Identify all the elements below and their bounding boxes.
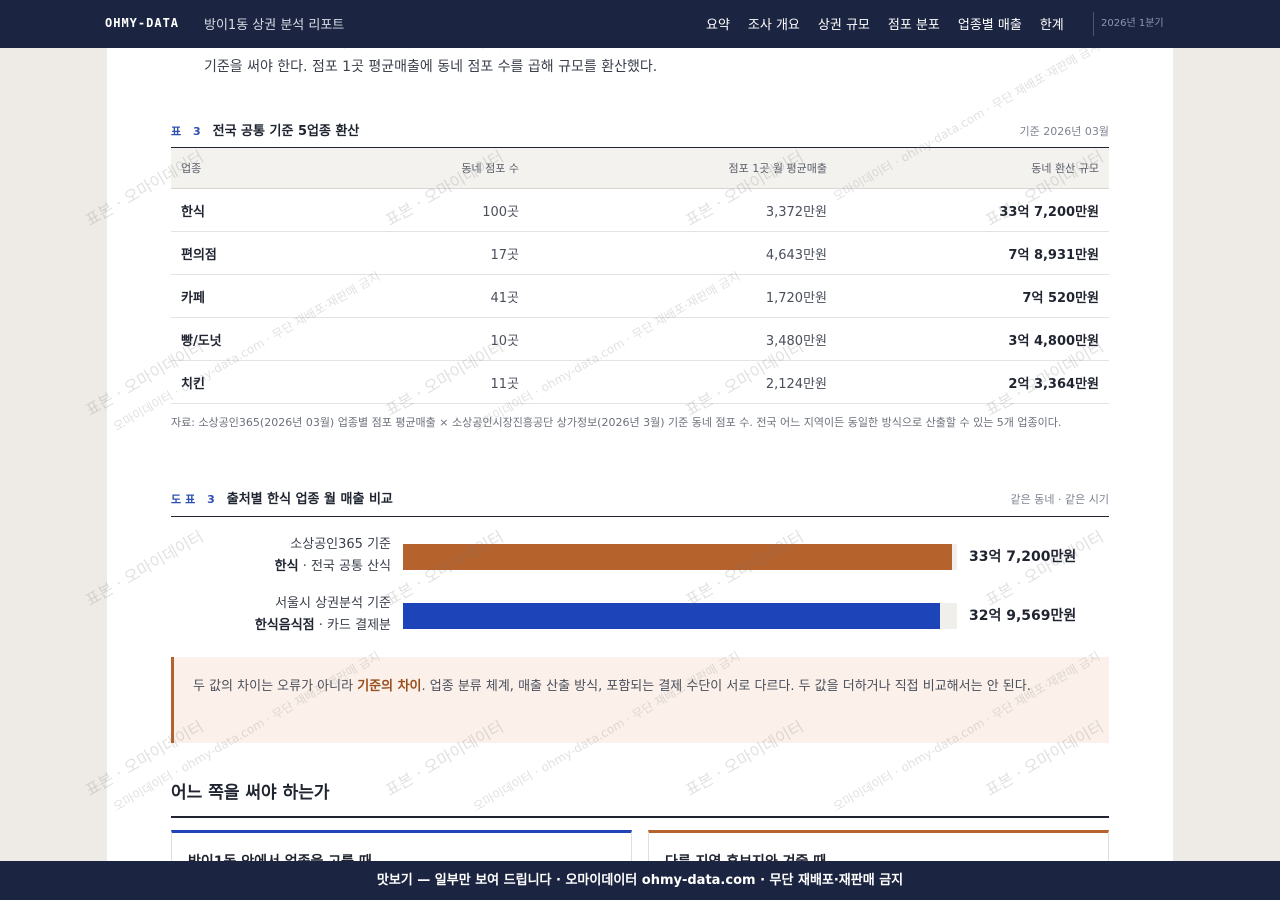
callout-text-before: 두 값의 차이는 오류가 아니라	[193, 679, 358, 694]
cell-local-scale: 7억 8,931만원	[837, 231, 1109, 275]
cell-category: 한식	[171, 188, 371, 232]
nav-link-limitations[interactable]: 한계	[1040, 14, 1064, 33]
nav-link-store-distribution[interactable]: 점포 분포	[888, 14, 940, 33]
report-title: 방이1동 상권 분석 리포트	[204, 18, 345, 33]
section-nav: 요약 조사 개요 상권 규모 점포 분포 업종별 매출 한계	[706, 14, 1082, 33]
cell-local-scale: 7억 520만원	[837, 274, 1109, 318]
bar-category-label: 한식 · 전국 공통 산식	[171, 556, 391, 578]
bar-value-label: 32억 9,569만원	[969, 608, 1077, 624]
chart-bar-row-0: 소상공인365 기준 한식 · 전국 공통 산식 33억 7,200만원	[171, 530, 1109, 580]
col-header-avg-sales: 점포 1곳 월 평균매출	[529, 147, 837, 189]
table-caption: 표 3 전국 공통 기준 5업종 환산 기준 2026년 03월	[171, 120, 1109, 139]
cell-local-scale: 3억 4,800만원	[837, 317, 1109, 361]
table-header-row: 업종 동네 점포 수 점포 1곳 월 평균매출 동네 환산 규모	[171, 147, 1109, 189]
table-row: 빵/도넛 10곳 3,480만원 3억 4,800만원	[171, 317, 1109, 361]
bar-category-bold: 한식음식점	[254, 618, 315, 633]
table-row: 치킨 11곳 2,124만원 2억 3,364만원	[171, 360, 1109, 404]
section-heading: 어느 쪽을 써야 하는가	[171, 778, 1109, 818]
preview-footer-banner: 맛보기 — 일부만 보여 드립니다 · 오마이데이터 ohmy-data.com…	[0, 861, 1280, 900]
cell-store-count: 11곳	[371, 360, 529, 404]
callout-emphasis: 기준의 차이	[357, 679, 422, 694]
table-title: 전국 공통 기준 5업종 환산	[212, 124, 360, 139]
cell-category: 빵/도넛	[171, 317, 371, 361]
callout-note: 두 값의 차이는 오류가 아니라 기준의 차이. 업종 분류 체계, 매출 산출…	[171, 657, 1109, 743]
cell-category: 편의점	[171, 231, 371, 275]
table-tag: 표 3	[171, 125, 205, 138]
cell-category: 치킨	[171, 360, 371, 404]
figure-top-rule	[171, 516, 1109, 517]
business-scale-table: 업종 동네 점포 수 점포 1곳 월 평균매출 동네 환산 규모 한식 100곳…	[171, 147, 1109, 404]
bar-track	[403, 544, 957, 570]
callout-text-after: . 업종 분류 체계, 매출 산출 방식, 포함되는 결제 수단이 서로 다르다…	[421, 679, 1031, 694]
bar-category-label: 한식음식점 · 카드 결제분	[171, 615, 391, 637]
figure-tag: 도표 3	[171, 493, 219, 506]
table-date: 기준 2026년 03월	[1019, 125, 1109, 138]
intro-line: 기준을 써야 한다. 점포 1곳 평균매출에 동네 점포 수를 곱해 규모를 환…	[204, 59, 658, 75]
bar-value-label: 33억 7,200만원	[969, 549, 1077, 565]
bar-source-label: 소상공인365 기준	[290, 537, 391, 552]
nav-link-sales-by-category[interactable]: 업종별 매출	[958, 14, 1022, 33]
cell-store-count: 10곳	[371, 317, 529, 361]
bar-fill-hansik	[403, 544, 952, 570]
nav-link-overview[interactable]: 조사 개요	[748, 14, 800, 33]
table-source-note: 자료: 소상공인365(2026년 03월) 업종별 점포 평균매출 × 소상공…	[171, 416, 1062, 429]
cell-avg-sales: 1,720만원	[529, 274, 837, 318]
table-row: 편의점 17곳 4,643만원 7억 8,931만원	[171, 231, 1109, 275]
bar-category-note: · 카드 결제분	[318, 618, 391, 633]
bar-fill-hansik-restaurant	[403, 603, 940, 629]
cell-avg-sales: 3,372만원	[529, 188, 837, 232]
cell-local-scale: 2억 3,364만원	[837, 360, 1109, 404]
table-row: 한식 100곳 3,372만원 33억 7,200만원	[171, 188, 1109, 232]
figure-note: 같은 동네 · 같은 시기	[1010, 493, 1109, 506]
table-row: 카페 41곳 1,720만원 7억 520만원	[171, 274, 1109, 318]
bar-track	[403, 603, 957, 629]
top-navigation-bar: OHMY-DATA 방이1동 상권 분석 리포트 요약 조사 개요 상권 규모 …	[0, 0, 1280, 48]
figure-caption: 도표 3 출처별 한식 업종 월 매출 비교 같은 동네 · 같은 시기	[171, 488, 1109, 507]
nav-link-summary[interactable]: 요약	[706, 14, 730, 33]
col-header-category: 업종	[171, 147, 371, 189]
bar-category-bold: 한식	[274, 559, 299, 574]
period-label: 2026년 1분기	[1093, 12, 1173, 36]
cell-store-count: 100곳	[371, 188, 529, 232]
chart-bar-row-1: 서울시 상권분석 기준 한식음식점 · 카드 결제분 32억 9,569만원	[171, 589, 1109, 639]
cell-avg-sales: 4,643만원	[529, 231, 837, 275]
figure-title: 출처별 한식 업종 월 매출 비교	[226, 492, 393, 507]
bar-category-note: · 전국 공통 산식	[302, 559, 391, 574]
col-header-local-scale: 동네 환산 규모	[837, 147, 1109, 189]
cell-local-scale: 33억 7,200만원	[837, 188, 1109, 232]
cell-avg-sales: 3,480만원	[529, 317, 837, 361]
brand-logo[interactable]: OHMY-DATA	[105, 16, 179, 30]
cell-category: 카페	[171, 274, 371, 318]
col-header-store-count: 동네 점포 수	[371, 147, 529, 189]
cell-store-count: 41곳	[371, 274, 529, 318]
bar-source-label: 서울시 상권분석 기준	[275, 596, 391, 611]
cell-avg-sales: 2,124만원	[529, 360, 837, 404]
cell-store-count: 17곳	[371, 231, 529, 275]
nav-link-market-size[interactable]: 상권 규모	[818, 14, 870, 33]
